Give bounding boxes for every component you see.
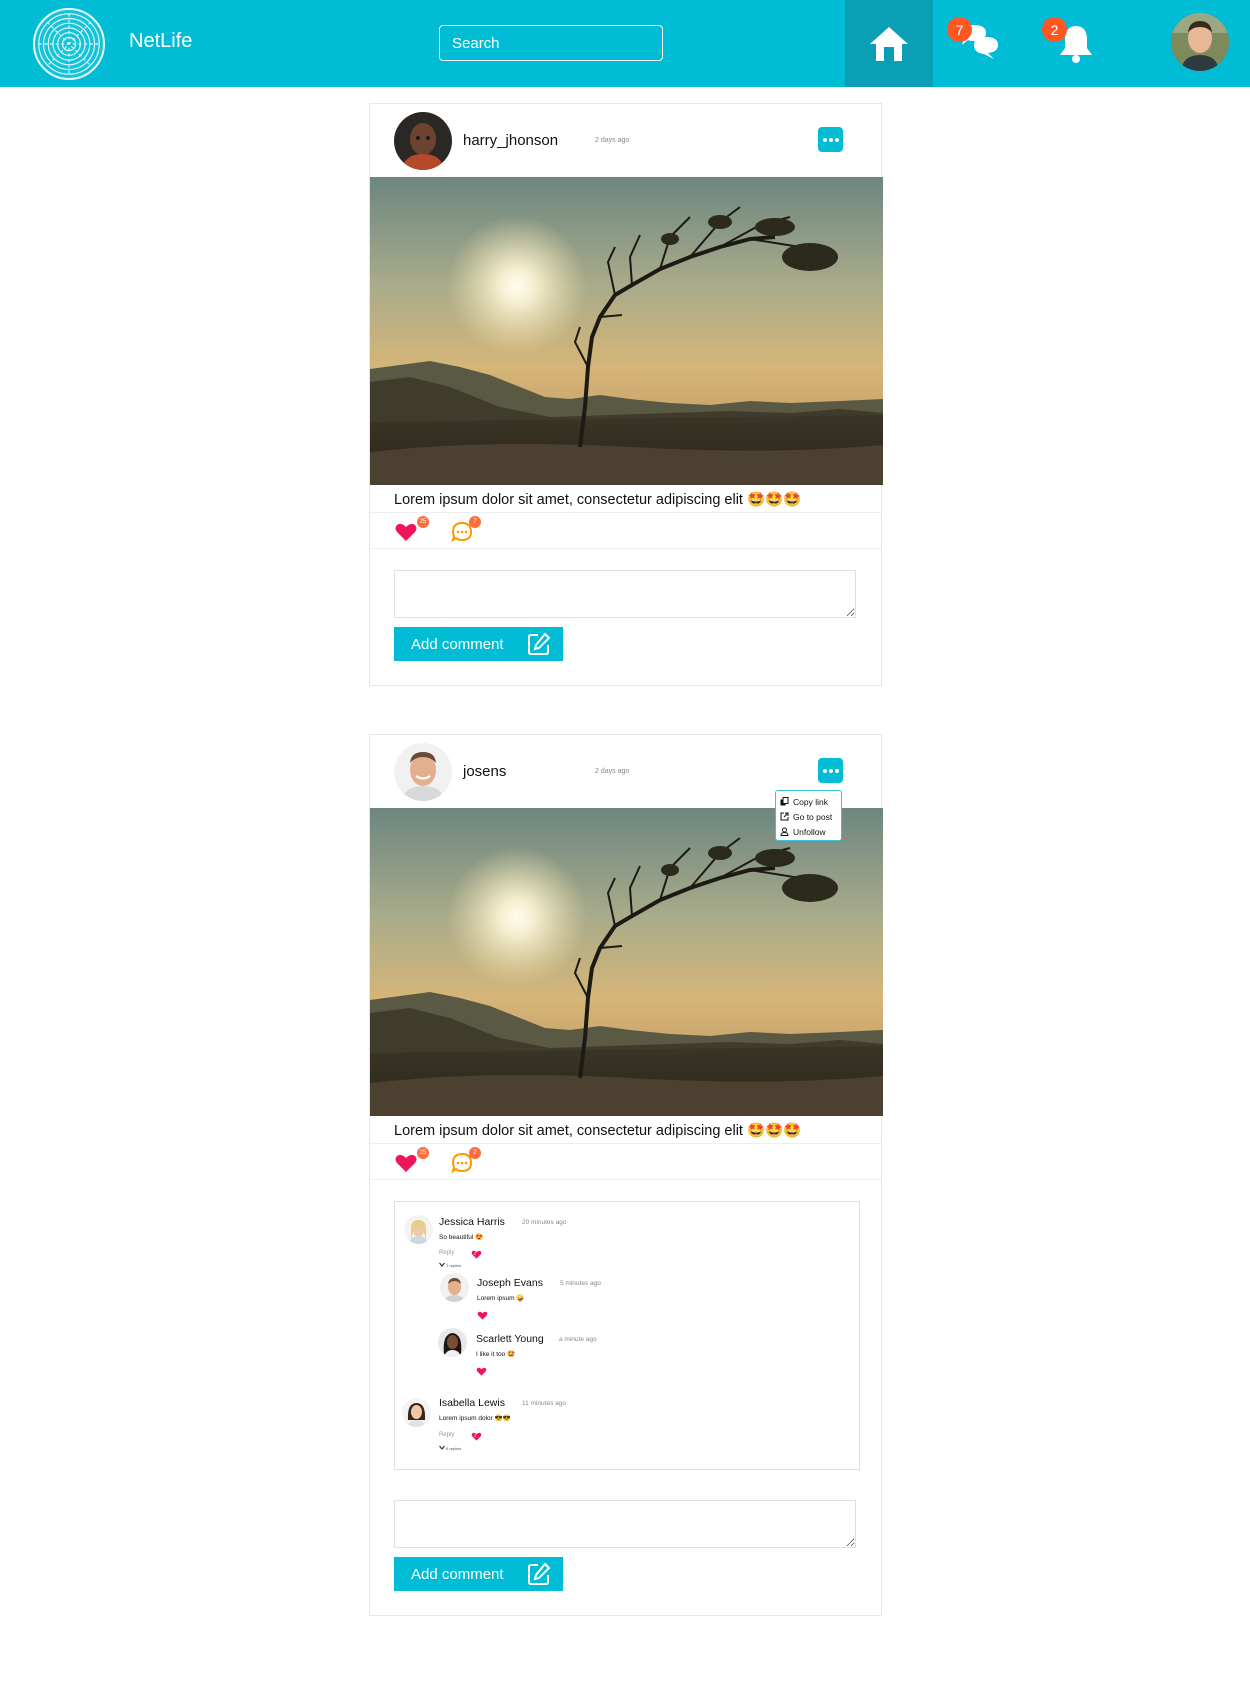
comment-like-button[interactable]: 2 bbox=[471, 1431, 482, 1442]
chevron-down-icon bbox=[439, 1445, 445, 1450]
comment-avatar[interactable] bbox=[438, 1328, 467, 1357]
edit-icon bbox=[528, 1562, 551, 1585]
comment-author[interactable]: Jessica Harris bbox=[439, 1216, 505, 1228]
show-replies-toggle[interactable]: 2 replies bbox=[439, 1262, 461, 1268]
post-actions: 25 2 bbox=[370, 1144, 881, 1180]
post-caption: Lorem ipsum dolor sit amet, consectetur … bbox=[370, 485, 881, 513]
copy-icon bbox=[780, 797, 789, 806]
comment-avatar[interactable] bbox=[440, 1273, 469, 1302]
post-more-button[interactable] bbox=[818, 127, 843, 152]
comment-text: I like it too 🤩 bbox=[476, 1351, 516, 1358]
heart-icon bbox=[471, 1250, 482, 1259]
comment-input[interactable] bbox=[394, 1500, 856, 1548]
user-avatar[interactable] bbox=[1171, 13, 1229, 71]
replies-count: 6 replies bbox=[446, 1446, 462, 1451]
post-actions: 25 7 bbox=[370, 513, 881, 549]
notifications-button[interactable]: 2 bbox=[1036, 0, 1116, 87]
post-header: harry_jhonson 2 days ago bbox=[370, 104, 881, 177]
menu-unfollow[interactable]: Unfollow bbox=[780, 824, 837, 839]
comment-author[interactable]: Isabella Lewis bbox=[439, 1397, 505, 1409]
comment-time: 20 minutes ago bbox=[522, 1219, 567, 1226]
post-card: josens 2 days ago Lorem ipsum dolor sit … bbox=[369, 734, 882, 1616]
external-link-icon bbox=[780, 812, 789, 821]
menu-item-label: Unfollow bbox=[793, 826, 826, 837]
notifications-badge: 2 bbox=[1042, 17, 1067, 42]
comments-count: 2 bbox=[469, 1147, 481, 1159]
app-name: NetLife bbox=[129, 30, 193, 52]
comments-count: 7 bbox=[469, 516, 481, 528]
top-navigation-bar: NetLife 7 2 bbox=[0, 0, 1250, 87]
comments-panel: Jessica Harris 20 minutes ago So beautif… bbox=[394, 1201, 860, 1470]
reply-link[interactable]: Reply bbox=[439, 1432, 454, 1438]
post-author-name[interactable]: josens bbox=[463, 763, 506, 780]
post-author-avatar[interactable] bbox=[394, 743, 452, 801]
add-comment-button[interactable]: Add comment bbox=[394, 627, 563, 661]
search-input[interactable] bbox=[439, 25, 663, 61]
comment-time: 5 minutes ago bbox=[560, 1280, 601, 1287]
post-time: 2 days ago bbox=[595, 137, 630, 144]
post-card: harry_jhonson 2 days ago Lorem ipsum dol… bbox=[369, 103, 882, 686]
comment-author[interactable]: Scarlett Young bbox=[476, 1333, 544, 1345]
messages-button[interactable]: 7 bbox=[940, 0, 1020, 87]
post-caption: Lorem ipsum dolor sit amet, consectetur … bbox=[370, 1116, 881, 1144]
comment-like-button[interactable] bbox=[477, 1310, 488, 1321]
app-logo[interactable] bbox=[33, 8, 105, 80]
chevron-down-icon bbox=[439, 1262, 445, 1267]
messages-badge: 7 bbox=[947, 17, 972, 42]
replies-count: 2 replies bbox=[446, 1263, 462, 1268]
edit-icon bbox=[528, 632, 551, 655]
comment-text: So beautiful 😍 bbox=[439, 1234, 484, 1241]
add-comment-label: Add comment bbox=[411, 635, 504, 653]
post-time: 2 days ago bbox=[595, 768, 630, 775]
home-icon bbox=[870, 26, 908, 61]
heart-icon bbox=[471, 1432, 482, 1441]
comment-avatar[interactable] bbox=[404, 1215, 433, 1244]
likes-count: 25 bbox=[417, 516, 429, 528]
comment-time: a minute ago bbox=[559, 1336, 597, 1343]
comment-like-button[interactable] bbox=[476, 1366, 487, 1377]
menu-go-to-post[interactable]: Go to post bbox=[780, 809, 837, 824]
post-author-avatar[interactable] bbox=[394, 112, 452, 170]
comment-input[interactable] bbox=[394, 570, 856, 618]
home-button[interactable] bbox=[845, 0, 933, 87]
post-image[interactable] bbox=[370, 177, 883, 485]
comment-text: Lorem ipsum 🤪 bbox=[477, 1295, 525, 1302]
post-more-button[interactable] bbox=[818, 758, 843, 783]
user-icon bbox=[780, 827, 789, 836]
add-comment-button[interactable]: Add comment bbox=[394, 1557, 563, 1591]
post-author-name[interactable]: harry_jhonson bbox=[463, 132, 558, 149]
reply-link[interactable]: Reply bbox=[439, 1250, 454, 1256]
comment-text: Lorem ipsum dolor 😎😎 bbox=[439, 1415, 511, 1422]
menu-copy-link[interactable]: Copy link bbox=[780, 794, 837, 809]
heart-icon[interactable] bbox=[394, 1151, 418, 1175]
comment-author[interactable]: Joseph Evans bbox=[477, 1277, 543, 1289]
post-image[interactable] bbox=[370, 808, 883, 1116]
comment-like-count: 2 bbox=[474, 1251, 477, 1256]
post-options-menu: Copy link Go to post Unfollow bbox=[775, 790, 842, 841]
heart-icon bbox=[476, 1367, 487, 1376]
heart-icon[interactable] bbox=[394, 520, 418, 544]
show-replies-toggle[interactable]: 6 replies bbox=[439, 1445, 461, 1451]
comment-like-count: 2 bbox=[474, 1433, 477, 1438]
comment-time: 11 minutes ago bbox=[522, 1400, 566, 1407]
add-comment-label: Add comment bbox=[411, 1565, 504, 1583]
comment-like-button[interactable]: 2 bbox=[471, 1249, 482, 1260]
menu-item-label: Go to post bbox=[793, 811, 833, 822]
heart-icon bbox=[477, 1311, 488, 1320]
menu-item-label: Copy link bbox=[793, 796, 828, 807]
comment-avatar[interactable] bbox=[402, 1398, 431, 1427]
likes-count: 25 bbox=[417, 1147, 429, 1159]
